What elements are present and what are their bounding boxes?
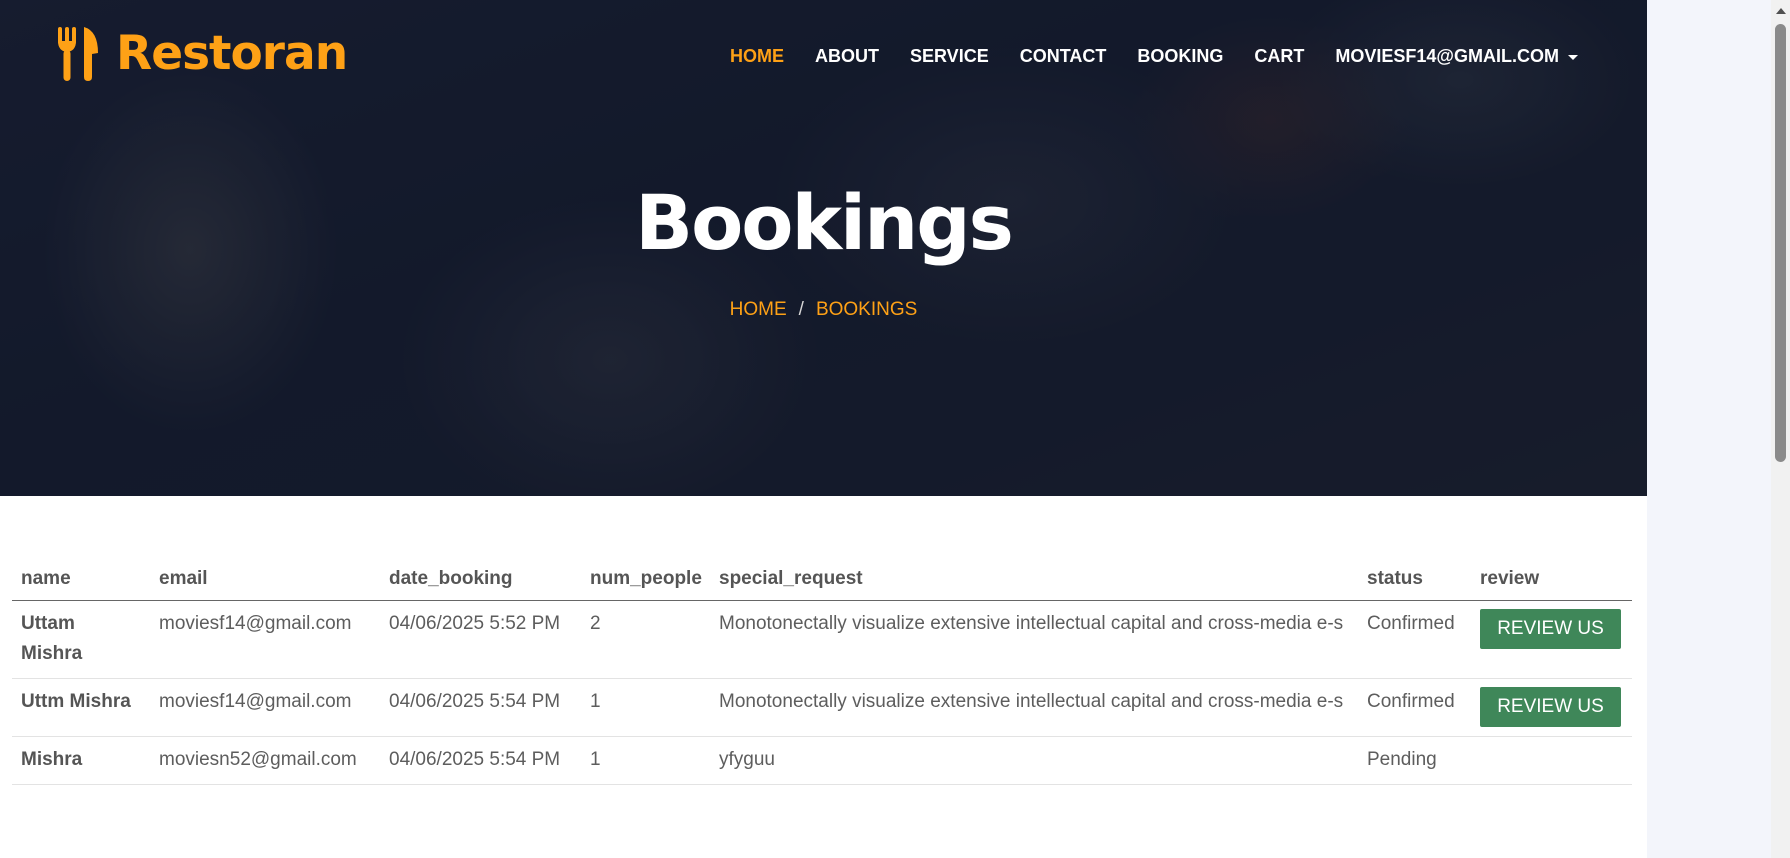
column-header-num-people: num_people bbox=[581, 560, 710, 601]
cell-review bbox=[1471, 736, 1632, 785]
cell-status: Pending bbox=[1358, 736, 1471, 785]
cell-name: Uttm Mishra bbox=[12, 678, 150, 737]
column-header-status: status bbox=[1358, 560, 1471, 601]
cell-special-request: yfyguu bbox=[710, 736, 1358, 785]
column-header-special-request: special_request bbox=[710, 560, 1358, 601]
main-nav: HOME ABOUT SERVICE CONTACT BOOKING CART … bbox=[730, 46, 1578, 67]
utensils-icon bbox=[58, 26, 98, 81]
cell-status: Confirmed bbox=[1358, 678, 1471, 737]
column-header-email: email bbox=[150, 560, 380, 601]
nav-about[interactable]: ABOUT bbox=[815, 46, 879, 67]
table-row: Uttm Mishra moviesf14@gmail.com 04/06/20… bbox=[12, 678, 1632, 737]
page: Restoran HOME ABOUT SERVICE CONTACT BOOK… bbox=[0, 0, 1647, 858]
cell-date-booking: 04/06/2025 5:54 PM bbox=[380, 736, 581, 785]
cell-num-people: 1 bbox=[581, 736, 710, 785]
breadcrumb: HOME / BOOKINGS bbox=[0, 299, 1647, 321]
column-header-review: review bbox=[1471, 560, 1632, 601]
brand-logo[interactable]: Restoran bbox=[56, 26, 348, 81]
caret-down-icon bbox=[1567, 55, 1578, 60]
column-header-date-booking: date_booking bbox=[380, 560, 581, 601]
review-us-button[interactable]: REVIEW US bbox=[1480, 687, 1621, 727]
nav-cart[interactable]: CART bbox=[1254, 46, 1304, 67]
vertical-scrollbar[interactable] bbox=[1771, 0, 1790, 858]
table-row: Mishra moviesn52@gmail.com 04/06/2025 5:… bbox=[12, 736, 1632, 785]
cell-email: moviesn52@gmail.com bbox=[150, 736, 380, 785]
cell-special-request: Monotonectally visualize extensive intel… bbox=[710, 678, 1358, 737]
page-title: Bookings bbox=[635, 178, 1014, 267]
breadcrumb-bookings[interactable]: BOOKINGS bbox=[816, 299, 917, 321]
nav-service[interactable]: SERVICE bbox=[910, 46, 989, 67]
breadcrumb-home[interactable]: HOME bbox=[730, 299, 787, 321]
cell-name: Uttam Mishra bbox=[12, 600, 150, 679]
cell-num-people: 1 bbox=[581, 678, 710, 737]
scrollbar-thumb[interactable] bbox=[1775, 24, 1786, 462]
cell-date-booking: 04/06/2025 5:54 PM bbox=[380, 678, 581, 737]
cell-date-booking: 04/06/2025 5:52 PM bbox=[380, 600, 581, 679]
table-header-row: name email date_booking num_people speci… bbox=[12, 560, 1632, 601]
user-email: MOVIESF14@GMAIL.COM bbox=[1335, 46, 1559, 66]
brand-name: Restoran bbox=[116, 26, 348, 81]
cell-email: moviesf14@gmail.com bbox=[150, 678, 380, 737]
hero-header: Restoran HOME ABOUT SERVICE CONTACT BOOK… bbox=[0, 0, 1647, 496]
column-header-name: name bbox=[12, 560, 150, 601]
nav-contact[interactable]: CONTACT bbox=[1020, 46, 1107, 67]
scroll-up-arrow-icon[interactable] bbox=[1776, 8, 1786, 14]
bookings-table-container: name email date_booking num_people speci… bbox=[12, 560, 1632, 785]
cell-status: Confirmed bbox=[1358, 600, 1471, 679]
table-row: Uttam Mishra moviesf14@gmail.com 04/06/2… bbox=[12, 600, 1632, 679]
cell-name: Mishra bbox=[12, 736, 150, 785]
breadcrumb-separator: / bbox=[798, 299, 804, 320]
nav-home[interactable]: HOME bbox=[730, 46, 784, 67]
nav-booking[interactable]: BOOKING bbox=[1137, 46, 1223, 67]
review-us-button[interactable]: REVIEW US bbox=[1480, 609, 1621, 649]
user-menu-dropdown[interactable]: MOVIESF14@GMAIL.COM bbox=[1335, 46, 1578, 67]
bookings-table: name email date_booking num_people speci… bbox=[12, 560, 1632, 785]
cell-special-request: Monotonectally visualize extensive intel… bbox=[710, 600, 1358, 679]
cell-num-people: 2 bbox=[581, 600, 710, 679]
cell-review: REVIEW US bbox=[1471, 678, 1632, 737]
cell-review: REVIEW US bbox=[1471, 600, 1632, 679]
cell-email: moviesf14@gmail.com bbox=[150, 600, 380, 679]
